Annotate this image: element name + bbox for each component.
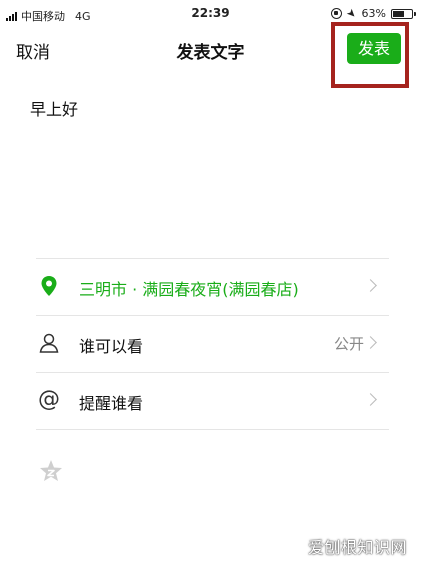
publish-button[interactable]: 发表 <box>347 33 401 64</box>
nav-bar: 取消 发表文字 发表 <box>0 30 421 70</box>
battery-level-fill <box>393 10 404 17</box>
watermark: 爱刨根知识网 <box>307 538 407 557</box>
rotation-lock-icon <box>331 8 343 19</box>
status-right: ➤ 63% <box>331 5 416 22</box>
visibility-value: 公开 <box>333 335 364 353</box>
chevron-right-icon <box>364 393 377 406</box>
battery-percent: 63% <box>361 7 386 20</box>
location-pin-icon <box>36 273 62 299</box>
chevron-right-icon <box>364 279 377 292</box>
star-icon[interactable] <box>38 458 64 484</box>
person-icon <box>36 330 62 356</box>
status-bar: 中国移动 4G 22:39 ➤ 63% <box>0 0 421 30</box>
battery-icon <box>391 8 416 19</box>
cancel-button[interactable]: 取消 <box>16 38 50 63</box>
mention-label: 提醒谁看 <box>79 394 144 413</box>
visibility-row[interactable]: 谁可以看 公开 <box>36 316 389 372</box>
chevron-right-icon <box>364 336 377 349</box>
at-icon: @ <box>38 387 60 412</box>
divider <box>36 429 389 430</box>
location-arrow-icon: ➤ <box>344 5 360 22</box>
visibility-label: 谁可以看 <box>79 337 144 356</box>
compose-text-area[interactable]: 早上好 <box>30 96 390 120</box>
mention-row[interactable]: @ 提醒谁看 <box>36 373 389 429</box>
location-row[interactable]: 三明市 · 满园春夜宵(满园春店) <box>36 259 389 315</box>
location-label: 三明市 · 满园春夜宵(满园春店) <box>79 280 299 299</box>
